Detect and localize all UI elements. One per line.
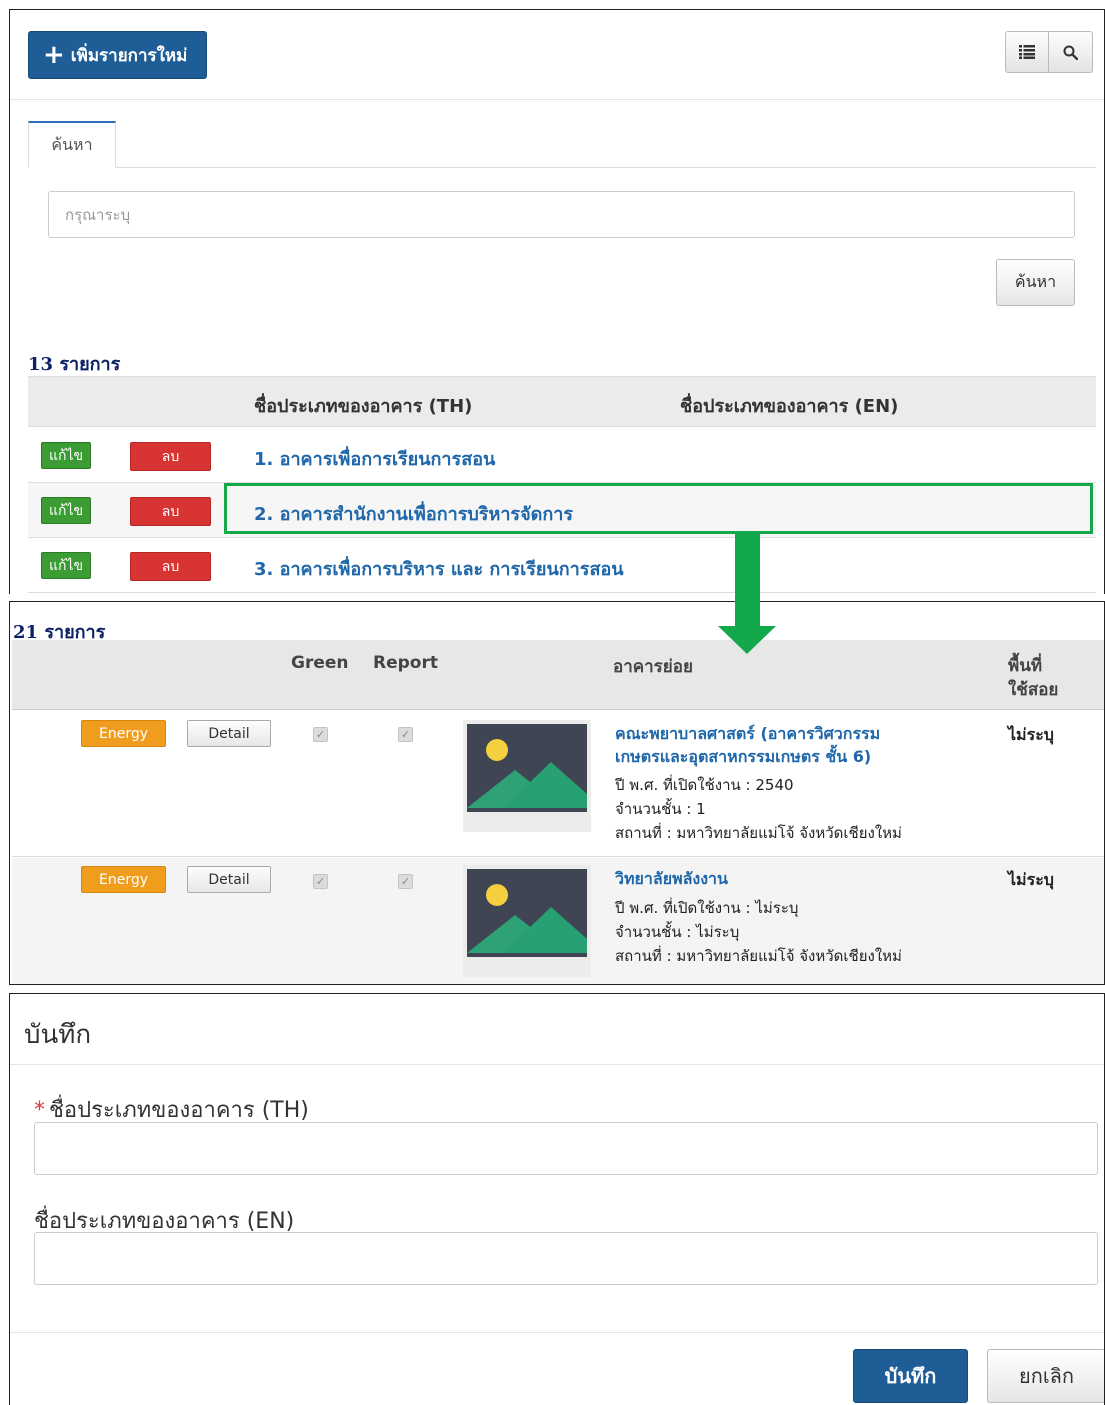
table-row: Energy Detail ✓ ✓ คณะพยาบาลศาสตร์ (อาคาร… [12, 711, 1104, 857]
list-view-button[interactable] [1005, 31, 1049, 73]
column-report: Report [373, 653, 438, 673]
building-type-link[interactable]: 1. อาคารเพื่อการเรียนการสอน [254, 444, 495, 473]
building-area: ไม่ระบุ [1008, 870, 1054, 889]
building-name-line2: เกษตรและอุตสาหกรรมเกษตร ชั้น 6) [615, 747, 872, 766]
save-button[interactable]: บันทึก [853, 1349, 968, 1403]
field-th-label-text: ชื่อประเภทของอาคาร (TH) [49, 1098, 309, 1123]
building-name-link[interactable]: คณะพยาบาลศาสตร์ (อาคารวิศวกรรม เกษตรและอ… [615, 722, 880, 768]
arrow-head-icon [718, 626, 776, 654]
detail-button[interactable]: Detail [187, 720, 271, 747]
building-location: สถานที่ : มหาวิทยาลัยแม่โจ้ จังหวัดเชียง… [615, 947, 902, 965]
required-marker: * [34, 1098, 45, 1123]
form-title: บันทึก [24, 1020, 92, 1050]
report-checkbox[interactable]: ✓ [398, 874, 413, 889]
search-button[interactable]: ค้นหา [996, 259, 1075, 306]
view-toggle-group [1005, 31, 1093, 73]
energy-button[interactable]: Energy [81, 866, 166, 893]
building-image-placeholder [463, 865, 591, 977]
building-type-en-input[interactable] [34, 1232, 1098, 1285]
search-icon [1063, 45, 1078, 60]
column-sub-building: อาคารย่อย [613, 657, 693, 677]
building-type-th-input[interactable] [34, 1122, 1098, 1175]
plus-icon: + [43, 40, 65, 70]
building-name-link[interactable]: วิทยาลัยพลังงาน [615, 867, 728, 890]
building-type-list-panel: + เพิ่มรายการใหม่ ค้นหา ค้นหา 1 [9, 9, 1105, 594]
edit-button[interactable]: แก้ไข [41, 497, 91, 524]
search-toggle-button[interactable] [1049, 31, 1093, 73]
table-header: Green Report อาคารย่อย พื้นที่ ใช้สอย [12, 640, 1104, 710]
table-row: Energy Detail ✓ ✓ วิทยาลัยพลังงาน ปี พ.ศ… [12, 858, 1104, 984]
image-icon [467, 724, 587, 832]
highlight-box [224, 483, 1093, 534]
search-input[interactable] [48, 191, 1075, 238]
delete-button[interactable]: ลบ [130, 552, 211, 581]
building-location: สถานที่ : มหาวิทยาลัยแม่โจ้ จังหวัดเชียง… [615, 824, 902, 842]
image-icon [467, 869, 587, 977]
edit-button[interactable]: แก้ไข [41, 442, 91, 469]
delete-button[interactable]: ลบ [130, 497, 211, 526]
save-form-panel: บันทึก * ชื่อประเภทของอาคาร (TH) ชื่อประเ… [9, 993, 1105, 1405]
green-checkbox[interactable]: ✓ [313, 727, 328, 742]
building-name-line1: วิทยาลัยพลังงาน [615, 869, 728, 888]
building-floors: จำนวนชั้น : 1 [615, 800, 706, 818]
building-info: ปี พ.ศ. ที่เปิดใช้งาน : ไม่ระบุ จำนวนชั้… [615, 896, 902, 968]
building-year: ปี พ.ศ. ที่เปิดใช้งาน : 2540 [615, 776, 794, 794]
add-new-button[interactable]: + เพิ่มรายการใหม่ [28, 31, 207, 79]
green-checkbox[interactable]: ✓ [313, 874, 328, 889]
building-floors: จำนวนชั้น : ไม่ระบุ [615, 923, 740, 941]
building-name-line1: คณะพยาบาลศาสตร์ (อาคารวิศวกรรม [615, 724, 881, 743]
tab-search[interactable]: ค้นหา [28, 121, 116, 168]
column-area-line2: ใช้สอย [1008, 680, 1059, 700]
table-header: ชื่อประเภทของอาคาร (TH) ชื่อประเภทของอาค… [28, 376, 1096, 427]
column-green: Green [291, 653, 349, 673]
report-checkbox[interactable]: ✓ [398, 727, 413, 742]
building-list-panel: 21 รายการ Green Report อาคารย่อย พื้นที่… [9, 601, 1105, 985]
add-new-label: เพิ่มรายการใหม่ [70, 45, 188, 66]
toolbar: + เพิ่มรายการใหม่ [10, 10, 1104, 100]
form-divider [10, 1064, 1104, 1065]
footer-divider [10, 1332, 1104, 1333]
cancel-button[interactable]: ยกเลิก [987, 1349, 1104, 1403]
table-row: แก้ไข ลบ 3. อาคารเพื่อการบริหาร และ การเ… [28, 538, 1096, 593]
building-type-link[interactable]: 3. อาคารเพื่อการบริหาร และ การเรียนการสอ… [254, 554, 624, 583]
arrow-down-icon [735, 534, 760, 630]
column-name-en: ชื่อประเภทของอาคาร (EN) [680, 396, 899, 417]
record-count: 13 รายการ [28, 354, 121, 375]
building-image-placeholder [463, 720, 591, 832]
edit-button[interactable]: แก้ไข [41, 552, 91, 579]
column-area-line1: พื้นที่ [1008, 656, 1043, 676]
building-area: ไม่ระบุ [1008, 725, 1054, 744]
building-info: ปี พ.ศ. ที่เปิดใช้งาน : 2540 จำนวนชั้น :… [615, 773, 902, 845]
energy-button[interactable]: Energy [81, 720, 166, 747]
column-name-th: ชื่อประเภทของอาคาร (TH) [254, 396, 473, 417]
building-year: ปี พ.ศ. ที่เปิดใช้งาน : ไม่ระบุ [615, 899, 799, 917]
table-row: แก้ไข ลบ 1. อาคารเพื่อการเรียนการสอน [28, 428, 1096, 483]
detail-button[interactable]: Detail [187, 866, 271, 893]
delete-button[interactable]: ลบ [130, 442, 211, 471]
list-icon [1019, 45, 1035, 59]
tab-divider [28, 167, 1096, 168]
